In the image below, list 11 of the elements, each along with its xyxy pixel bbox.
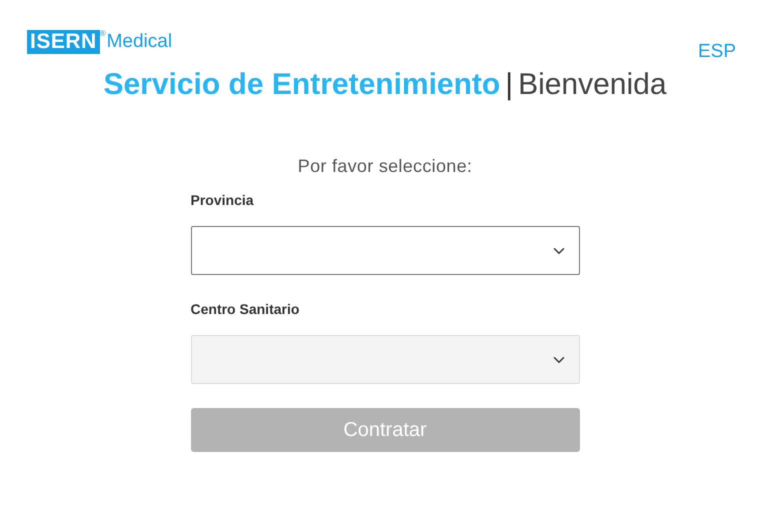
- page-title: Servicio de Entretenimiento: [103, 68, 500, 101]
- logo-text: Medical: [106, 30, 172, 54]
- field-label: Centro Sanitario: [190, 301, 300, 317]
- page-subtitle: Bienvenida: [518, 68, 667, 101]
- select-field[interactable]: [190, 226, 580, 275]
- registered-mark: ®: [100, 28, 106, 40]
- title-separator: |: [505, 68, 514, 101]
- field-label: Provincia: [190, 192, 254, 208]
- prompt-text: Por favor seleccione:: [298, 156, 472, 176]
- language-link[interactable]: ESP: [698, 38, 736, 66]
- logo-mark: ISERN: [27, 30, 100, 54]
